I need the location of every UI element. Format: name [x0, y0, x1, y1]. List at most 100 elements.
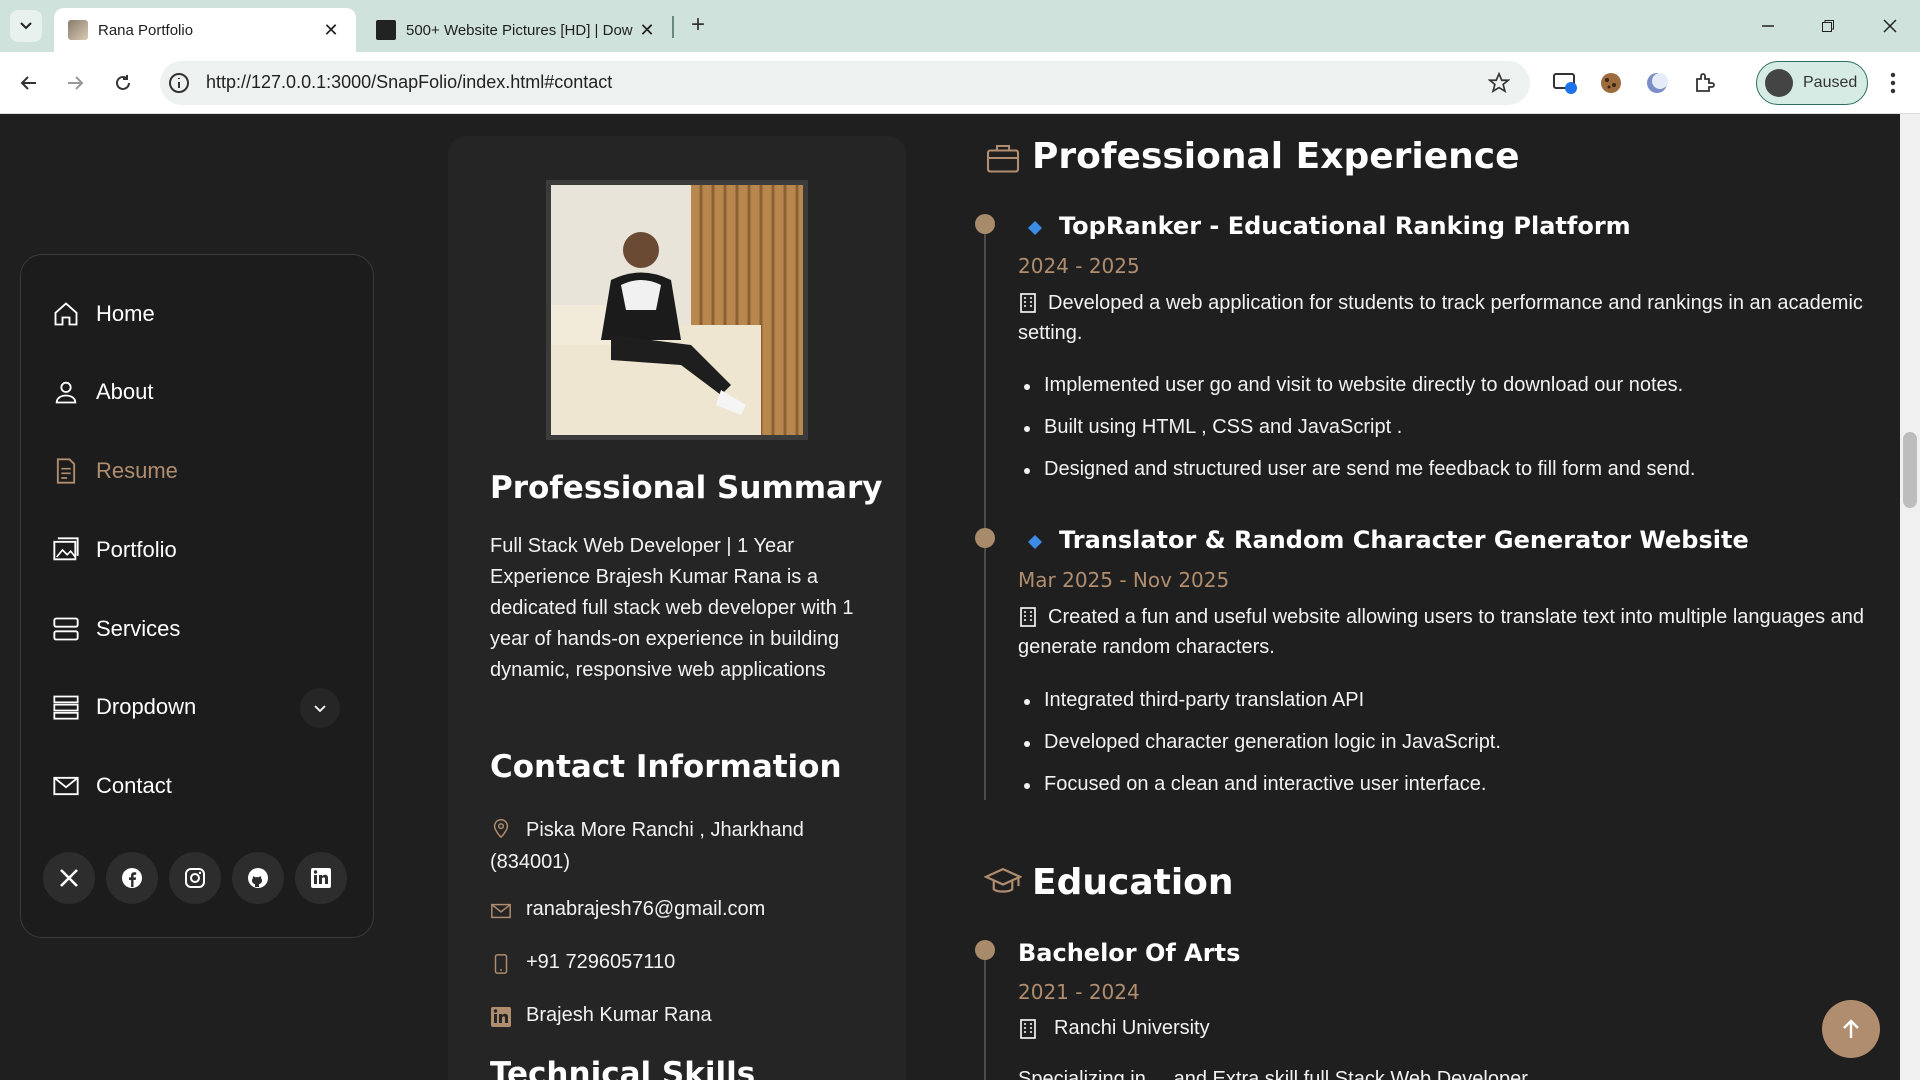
file-icon — [56, 458, 76, 484]
envelope-icon — [53, 776, 79, 796]
job-bullet: Focused on a clean and interactive user … — [1023, 773, 1487, 795]
dropdown-toggle[interactable] — [300, 688, 340, 728]
linkedin-icon — [311, 868, 331, 888]
chevron-down-icon — [20, 22, 32, 30]
restore-button[interactable] — [1808, 10, 1848, 42]
minimize-icon — [1762, 25, 1774, 27]
sidebar-item-contact[interactable]: Contact — [52, 763, 352, 809]
job-title: Translator & Random Character Generator … — [1059, 526, 1749, 554]
close-icon[interactable]: ✕ — [636, 20, 658, 41]
job-bullet: Developed character generation logic in … — [1024, 731, 1501, 753]
url-text[interactable]: http://127.0.0.1:3000/SnapFolio/index.ht… — [206, 72, 612, 93]
linkedin-link[interactable] — [295, 852, 347, 904]
scrollbar[interactable] — [1900, 114, 1920, 1080]
contact-address: Piska More Ranchi , Jharkhand (834001) — [490, 814, 870, 878]
summary-text: Full Stack Web Developer | 1 Year Experi… — [490, 535, 854, 681]
job-date: 2024 - 2025 — [1018, 254, 1140, 278]
job-bullet: Built using HTML , CSS and JavaScript . — [1023, 416, 1403, 438]
experience-timeline-line — [984, 224, 986, 800]
reload-button[interactable] — [106, 66, 140, 100]
tab-search-button[interactable] — [10, 10, 42, 42]
minimize-button[interactable] — [1748, 10, 1788, 42]
new-tab-button[interactable]: + — [684, 12, 712, 40]
job-date: Mar 2025 - Nov 2025 — [1018, 568, 1230, 592]
x-icon — [60, 869, 78, 887]
skills-heading: Technical Skills — [490, 1056, 756, 1080]
sidebar-item-services[interactable]: Services — [52, 606, 352, 652]
contact-heading: Contact Information — [490, 749, 842, 785]
experience-heading: Professional Experience — [1032, 136, 1520, 177]
phone-text: +91 7296057110 — [526, 951, 676, 973]
moon-extension-icon[interactable] — [1640, 66, 1674, 100]
contact-linkedin[interactable]: Brajesh Kumar Rana — [490, 1004, 712, 1028]
bookmark-star-icon[interactable] — [1482, 66, 1516, 100]
envelope-icon — [491, 903, 511, 919]
linkedin-icon — [491, 1007, 511, 1027]
back-button[interactable] — [12, 66, 46, 100]
images-icon — [53, 537, 79, 561]
contact-phone[interactable]: +91 7296057110 — [490, 951, 675, 975]
restore-icon — [1822, 20, 1834, 32]
sidebar — [20, 254, 374, 938]
sidebar-item-portfolio[interactable]: Portfolio — [52, 527, 352, 573]
job-title: TopRanker - Educational Ranking Platform — [1059, 212, 1631, 240]
sidebar-item-label: Contact — [96, 773, 172, 798]
arrow-up-icon — [1843, 1019, 1859, 1038]
job-bullet: Designed and structured user are send me… — [1023, 458, 1696, 480]
sidebar-item-label: Services — [96, 616, 181, 641]
extensions-puzzle-icon[interactable] — [1688, 66, 1722, 100]
tab-website-pictures[interactable]: 500+ Website Pictures [HD] | Dow ✕ — [362, 8, 672, 52]
reload-icon — [116, 75, 130, 90]
portfolio-favicon-icon — [68, 20, 88, 40]
profile-button[interactable]: Paused — [1756, 61, 1868, 105]
email-text: ranabrajesh76@gmail.com — [526, 898, 766, 920]
site-info-icon[interactable] — [168, 72, 190, 99]
phone-icon — [494, 954, 508, 974]
close-icon[interactable]: ✕ — [320, 20, 342, 41]
job-description: Created a fun and useful website allowin… — [1018, 606, 1865, 658]
sidebar-item-resume[interactable]: Resume — [52, 448, 352, 494]
briefcase-icon — [986, 144, 1020, 173]
sidebar-item-label: Dropdown — [96, 694, 197, 719]
browser-menu-icon[interactable] — [1876, 66, 1910, 100]
graduation-cap-icon — [984, 867, 1022, 893]
timeline-dot — [975, 214, 995, 234]
facebook-link[interactable] — [106, 852, 158, 904]
unsplash-favicon-icon — [376, 20, 396, 40]
education-heading: Education — [1032, 862, 1234, 903]
sidebar-item-about[interactable]: About — [52, 369, 352, 415]
github-link[interactable] — [232, 852, 284, 904]
diamond-icon — [1028, 221, 1042, 235]
contact-email[interactable]: ranabrajesh76@gmail.com — [490, 898, 765, 922]
cookie-extension-icon[interactable] — [1594, 66, 1628, 100]
timeline-dot — [975, 528, 995, 548]
arrow-right-icon — [68, 76, 84, 90]
instagram-icon — [185, 868, 205, 888]
scrollbar-thumb[interactable] — [1903, 432, 1917, 508]
avatar — [1765, 69, 1793, 97]
instagram-link[interactable] — [169, 852, 221, 904]
scroll-top-button[interactable] — [1822, 1000, 1880, 1058]
sidebar-item-home[interactable]: Home — [52, 291, 352, 337]
server-icon — [53, 617, 79, 641]
arrow-left-icon — [20, 76, 36, 90]
tab-title: Rana Portfolio — [98, 21, 194, 39]
degree-title: Bachelor Of Arts — [1018, 939, 1241, 967]
tab-rana-portfolio[interactable]: Rana Portfolio ✕ — [54, 8, 356, 52]
chevron-down-icon — [314, 705, 326, 713]
job-description: Developed a web application for students… — [1018, 292, 1863, 344]
close-window-button[interactable] — [1870, 10, 1910, 42]
education-description: Specializing in ... and Extra skill full… — [1018, 1068, 1528, 1080]
cast-extension-icon[interactable] — [1548, 66, 1582, 100]
sidebar-item-label: About — [96, 379, 154, 404]
forward-button[interactable] — [58, 66, 92, 100]
diamond-icon — [1028, 535, 1042, 549]
geo-pin-icon — [493, 819, 509, 839]
profile-status: Paused — [1803, 74, 1858, 91]
sidebar-item-label: Home — [96, 301, 155, 326]
x-link[interactable] — [43, 852, 95, 904]
menu-icon — [53, 695, 79, 720]
close-icon — [1883, 19, 1897, 33]
education-date: 2021 - 2024 — [1018, 980, 1140, 1004]
education-timeline-line — [984, 950, 986, 1080]
